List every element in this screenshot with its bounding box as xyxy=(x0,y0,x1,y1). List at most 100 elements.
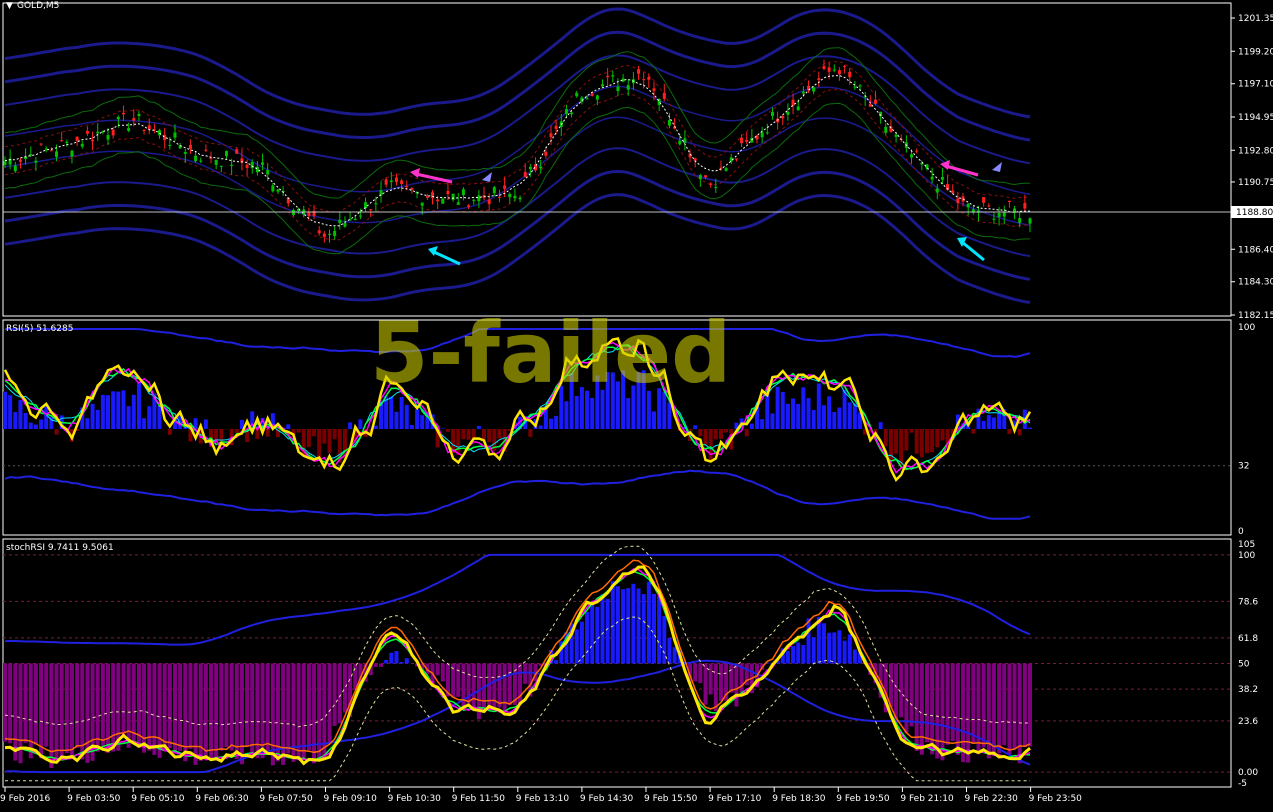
stoch-hist-bar xyxy=(121,663,126,738)
candle-body xyxy=(18,159,22,162)
candle-body xyxy=(230,164,234,166)
stoch-hist-bar xyxy=(265,663,270,754)
rsi-hist-bar xyxy=(770,413,775,429)
candle-body xyxy=(518,197,522,200)
price-tick-label: 1201.35 xyxy=(1238,14,1273,24)
stoch-hist-bar xyxy=(991,663,996,756)
rsi-hist-bar xyxy=(548,418,553,429)
candle-body xyxy=(49,150,53,152)
candle-body xyxy=(647,76,651,80)
rsi-hist-bar xyxy=(8,395,13,429)
stoch-hist-bar xyxy=(44,663,49,747)
candle-body xyxy=(662,92,666,99)
candle-body xyxy=(55,151,59,157)
stoch-hist-bar xyxy=(75,663,80,748)
rsi-hist-bar xyxy=(13,412,18,429)
stoch-hist-bar xyxy=(502,663,507,713)
rsi-hist-bar xyxy=(3,391,7,429)
candle-body xyxy=(997,213,1001,217)
stoch-hist-bar xyxy=(595,606,600,664)
candle-body xyxy=(1028,218,1032,224)
candle-body xyxy=(503,185,507,189)
candle-body xyxy=(3,161,7,165)
rsi-hist-bar xyxy=(997,413,1002,429)
candle-body xyxy=(91,139,95,142)
candle-body xyxy=(549,133,553,138)
candle-body xyxy=(85,130,89,134)
stoch-hist-bar xyxy=(827,632,832,664)
stoch-hist-bar xyxy=(646,581,651,664)
stoch-hist-bar xyxy=(64,663,69,754)
candle-body xyxy=(951,190,955,194)
candle-body xyxy=(570,112,574,115)
stoch-hist-bar xyxy=(157,663,162,758)
stoch-hist-bar xyxy=(327,663,332,744)
candle-body xyxy=(497,196,501,198)
candle-body xyxy=(734,158,738,160)
rsi-hist-bar xyxy=(626,398,631,429)
stoch-hist-bar xyxy=(518,663,523,705)
stoch-tick-label: 38.2 xyxy=(1238,685,1258,695)
stoch-hist-bar xyxy=(605,599,610,664)
candle-body xyxy=(446,190,450,194)
candle-body xyxy=(884,126,888,133)
rsi-hist-bar xyxy=(801,387,806,429)
rsi-hist-bar xyxy=(528,429,533,437)
candle-body xyxy=(235,149,239,154)
candle-body xyxy=(508,193,512,198)
stoch-hist-bar xyxy=(698,663,703,684)
rsi-hist-bar xyxy=(775,386,780,429)
rsi-hist-bar xyxy=(39,419,44,429)
stoch-hist-bar xyxy=(801,645,806,664)
time-tick-label: 9 Feb 05:10 xyxy=(131,794,185,804)
candle-body xyxy=(317,230,321,234)
rsi-label: RSI(5) 51.6285 xyxy=(6,324,73,334)
stoch-hist-bar xyxy=(621,589,626,664)
candle-body xyxy=(801,91,805,94)
stoch-hist-bar xyxy=(234,663,239,760)
time-tick-label: 9 Feb 22:30 xyxy=(965,794,1019,804)
candle-body xyxy=(487,199,491,205)
rsi-hist-bar xyxy=(445,429,450,432)
candle-body xyxy=(848,71,852,78)
rsi-hist-bar xyxy=(157,405,162,429)
stoch-hist-bar xyxy=(131,663,136,741)
stoch-hist-bar xyxy=(811,637,816,664)
triangle-down-icon[interactable]: ▼ xyxy=(6,1,13,11)
stochrsi-label: stochRSI 9.7411 9.5061 xyxy=(6,543,114,553)
candle-body xyxy=(379,190,383,196)
candle-body xyxy=(837,70,841,75)
time-tick-label: 9 Feb 07:50 xyxy=(259,794,313,804)
candle-body xyxy=(915,150,919,152)
candle-body xyxy=(539,166,543,169)
stoch-hist-bar xyxy=(888,663,893,708)
rsi-hist-bar xyxy=(327,429,332,454)
candle-body xyxy=(992,218,996,220)
stoch-hist-bar xyxy=(1007,663,1012,755)
stoch-hist-bar xyxy=(209,663,214,758)
stoch-hist-bar xyxy=(167,663,172,749)
price-tick-label: 1199.20 xyxy=(1238,47,1273,57)
candle-body xyxy=(523,171,527,178)
stoch-hist-bar xyxy=(152,663,157,755)
rsi-hist-bar xyxy=(482,429,487,440)
stoch-hist-bar xyxy=(229,663,234,751)
time-tick-label: 9 Feb 13:10 xyxy=(516,794,570,804)
stoch-tick-label: -5 xyxy=(1238,779,1247,789)
stoch-hist-bar xyxy=(456,663,461,697)
stoch-hist-bar xyxy=(821,623,826,664)
stoch-hist-bar xyxy=(394,651,399,664)
stoch-hist-bar xyxy=(657,596,662,664)
rsi-hist-bar xyxy=(991,417,996,429)
stoch-hist-bar xyxy=(178,663,183,751)
time-tick-label: 9 Feb 03:50 xyxy=(67,794,121,804)
rsi-hist-bar xyxy=(904,429,909,451)
candle-body xyxy=(204,149,208,151)
stoch-hist-bar xyxy=(961,663,966,763)
rsi-hist-bar xyxy=(348,422,353,429)
candle-body xyxy=(364,202,368,209)
stoch-hist-bar xyxy=(33,663,38,745)
trading-chart[interactable]: ▼ GOLD,M5 RSI(5) 51.6285 stochRSI 9.7411… xyxy=(0,0,1273,812)
rsi-hist-bar xyxy=(358,419,363,429)
rsi-hist-bar xyxy=(106,395,111,429)
